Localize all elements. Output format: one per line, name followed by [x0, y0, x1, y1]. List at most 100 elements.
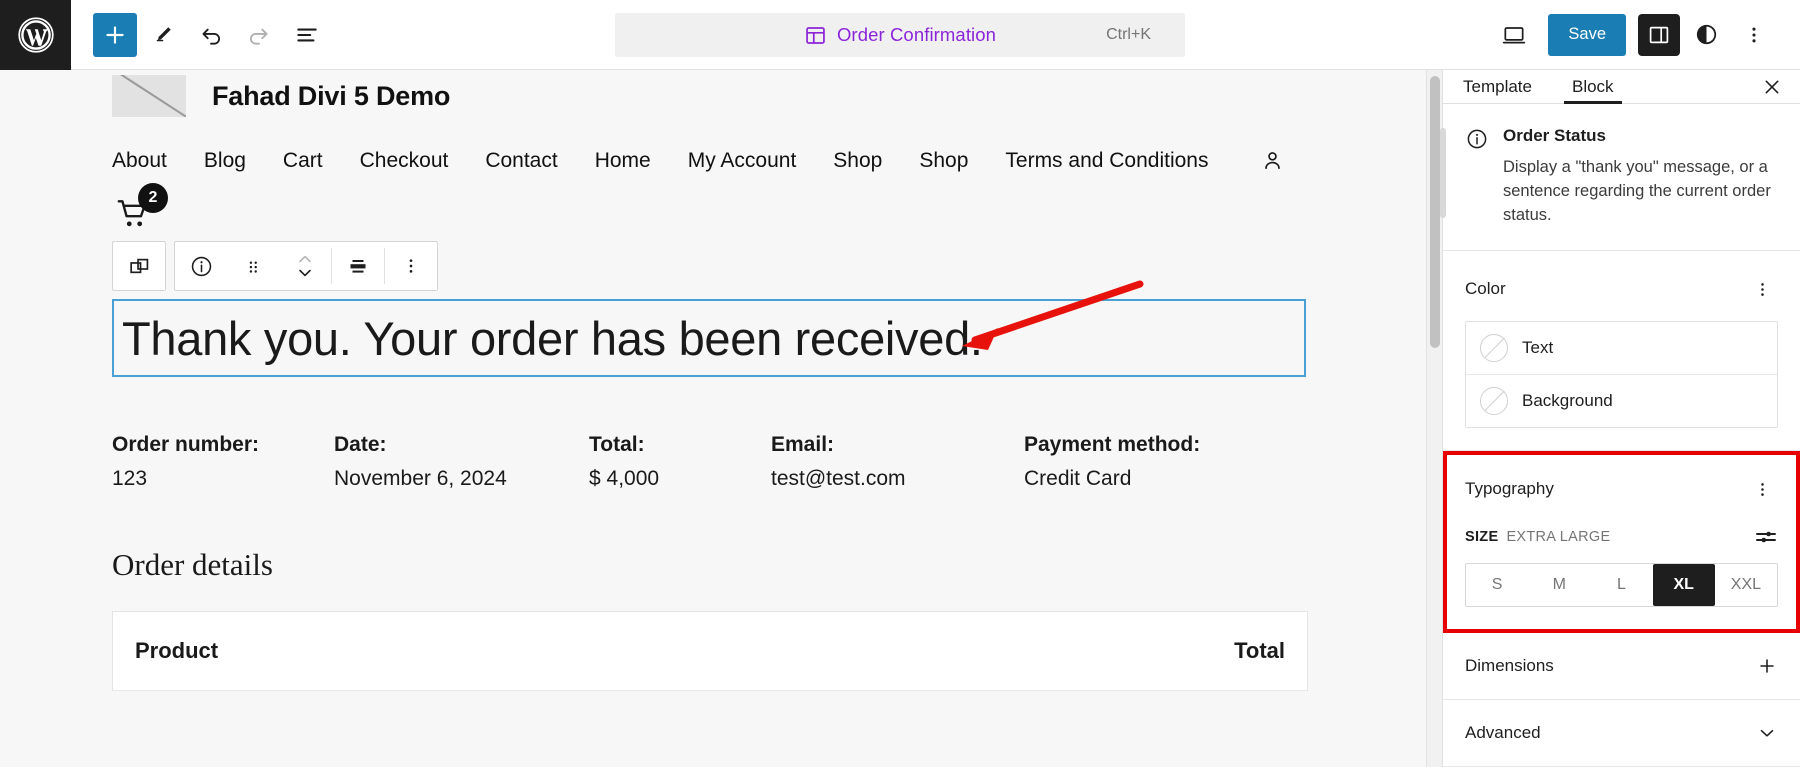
color-options-button[interactable] [1746, 273, 1778, 305]
meta-date: Date: November 6, 2024 [334, 433, 589, 491]
chevron-up-down-icon [294, 251, 316, 281]
font-size-option-xl[interactable]: XL [1652, 564, 1715, 606]
nav-item-contact[interactable]: Contact [485, 149, 557, 173]
editor-body: Fahad Divi 5 Demo About Blog Cart Checko… [0, 70, 1800, 767]
styles-button[interactable] [1684, 13, 1728, 57]
three-dots-vertical-icon [1743, 24, 1765, 46]
table-header-row: Product Total [113, 612, 1307, 691]
move-up-down-button[interactable] [279, 242, 331, 290]
redo-button[interactable] [237, 13, 281, 57]
site-title: Fahad Divi 5 Demo [212, 80, 451, 111]
site-header: Fahad Divi 5 Demo [112, 70, 1330, 122]
shopping-cart-button[interactable]: 2 [112, 183, 168, 235]
dimensions-title: Dimensions [1465, 656, 1554, 675]
color-text-label: Text [1522, 338, 1554, 357]
nav-item-shop-2[interactable]: Shop [919, 149, 968, 173]
align-button[interactable] [332, 242, 384, 290]
meta-value: 123 [112, 467, 148, 490]
drag-handle[interactable] [227, 242, 279, 290]
nav-item-checkout[interactable]: Checkout [360, 149, 449, 173]
font-size-option-l[interactable]: L [1590, 564, 1652, 606]
top-bar-left-tools [71, 12, 329, 57]
block-type-group [112, 241, 166, 291]
font-size-settings-button[interactable] [1754, 525, 1778, 549]
no-color-icon [1480, 387, 1508, 415]
font-size-option-m[interactable]: M [1528, 564, 1590, 606]
meta-label: Email: [771, 433, 835, 456]
nav-item-about[interactable]: About [112, 149, 167, 173]
wordpress-logo-button[interactable] [0, 0, 71, 70]
block-toolbar [112, 241, 438, 291]
column-header-total: Total [1234, 638, 1285, 663]
order-status-text: Thank you. Your order has been received. [122, 311, 983, 365]
color-background-label: Background [1522, 391, 1613, 410]
info-circle-icon [189, 254, 214, 279]
block-info-button[interactable] [175, 242, 227, 290]
chevron-down-icon[interactable] [1756, 722, 1778, 744]
site-navigation: About Blog Cart Checkout Contact Home My… [112, 148, 1330, 173]
nav-item-cart[interactable]: Cart [283, 149, 323, 173]
options-menu-button[interactable] [1732, 13, 1776, 57]
three-dots-vertical-icon [1753, 480, 1772, 499]
typography-options-button[interactable] [1746, 473, 1778, 505]
info-circle-icon [1465, 126, 1489, 228]
block-info-description: Display a "thank you" message, or a sent… [1503, 158, 1771, 225]
add-block-button[interactable] [93, 12, 137, 57]
undo-arrow-icon [198, 22, 224, 48]
sidebar-scrollbar-thumb[interactable] [1440, 128, 1446, 218]
command-center-button[interactable]: Order Confirmation Ctrl+K [615, 13, 1185, 57]
three-dots-vertical-icon [401, 256, 421, 276]
block-info-section: Order Status Display a "thank you" messa… [1443, 104, 1800, 251]
list-view-button[interactable] [285, 13, 329, 57]
nav-item-shop-1[interactable]: Shop [833, 149, 882, 173]
font-size-value: EXTRA LARGE [1506, 529, 1611, 545]
sidebar-panel-icon [1647, 23, 1671, 47]
nav-item-terms-and-conditions[interactable]: Terms and Conditions [1005, 149, 1208, 173]
dimensions-section[interactable]: Dimensions [1443, 633, 1800, 700]
font-size-option-s[interactable]: S [1466, 564, 1528, 606]
meta-label: Date: [334, 433, 387, 456]
nav-item-home[interactable]: Home [595, 149, 651, 173]
meta-value: test@test.com [771, 467, 906, 490]
sidebar-tabs: Template Block [1443, 70, 1800, 105]
redo-arrow-icon [246, 22, 272, 48]
advanced-section[interactable]: Advanced [1443, 700, 1800, 767]
color-text-row[interactable]: Text [1466, 322, 1777, 374]
wordpress-logo-icon [17, 16, 55, 54]
plus-icon [102, 22, 128, 48]
plus-icon[interactable] [1756, 655, 1778, 677]
undo-button[interactable] [189, 13, 233, 57]
save-button[interactable]: Save [1548, 13, 1626, 56]
edit-tool-button[interactable] [141, 13, 185, 57]
advanced-title: Advanced [1465, 723, 1541, 742]
meta-label: Payment method: [1024, 433, 1201, 456]
color-background-row[interactable]: Background [1466, 374, 1777, 427]
block-type-button[interactable] [113, 242, 165, 290]
canvas-scrollbar-thumb[interactable] [1430, 76, 1440, 348]
cart-count-badge: 2 [138, 183, 168, 213]
tab-template[interactable]: Template [1443, 70, 1552, 103]
font-size-option-xxl[interactable]: XXL [1715, 564, 1777, 606]
contrast-circle-icon [1694, 22, 1719, 47]
pencil-icon [151, 23, 175, 47]
drag-dots-icon [243, 254, 263, 279]
tab-block[interactable]: Block [1552, 70, 1634, 105]
close-sidebar-button[interactable] [1744, 70, 1800, 103]
copy-blocks-icon [127, 254, 152, 279]
nav-item-my-account[interactable]: My Account [688, 149, 797, 173]
person-icon [1260, 148, 1285, 173]
settings-sidebar-toggle[interactable] [1638, 13, 1680, 56]
desktop-icon [1501, 22, 1527, 48]
block-options-button[interactable] [385, 242, 437, 290]
order-details-heading: Order details [112, 547, 273, 582]
view-device-button[interactable] [1492, 13, 1536, 57]
align-center-icon [346, 254, 370, 278]
editor-canvas-area: Fahad Divi 5 Demo About Blog Cart Checko… [0, 70, 1442, 767]
block-info-title: Order Status [1503, 126, 1606, 146]
nav-item-blog[interactable]: Blog [204, 149, 246, 173]
account-link[interactable] [1260, 148, 1285, 173]
document-title-area: Order Confirmation Ctrl+K [615, 13, 1185, 57]
font-size-toggle-group: S M L XL XXL [1465, 563, 1778, 607]
order-status-block[interactable]: Thank you. Your order has been received. [112, 299, 1306, 377]
color-options-list: Text Background [1465, 321, 1778, 428]
